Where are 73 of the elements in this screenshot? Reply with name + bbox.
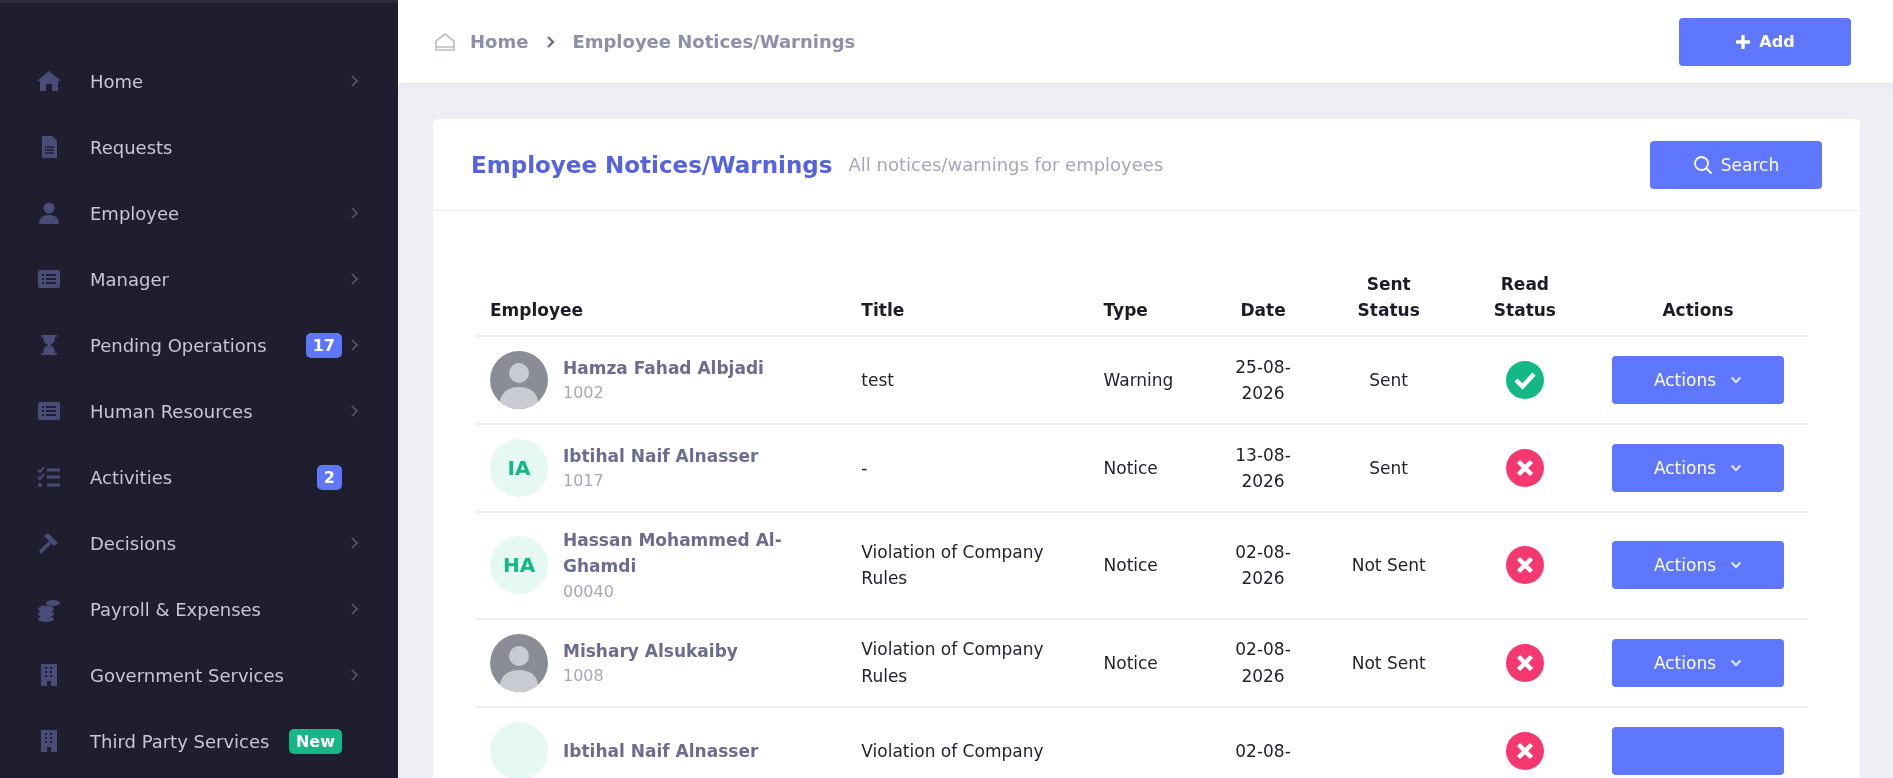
column-header: Employee bbox=[490, 298, 584, 322]
table-cell: Warning bbox=[1103, 369, 1174, 390]
initials-avatar: HA bbox=[490, 536, 548, 595]
employee-name[interactable]: Mishary Alsukaiby bbox=[563, 637, 738, 664]
column-header: Actions bbox=[1662, 298, 1734, 322]
search-button[interactable]: Search bbox=[1650, 140, 1822, 189]
sidebar-item[interactable]: Requests bbox=[0, 114, 398, 180]
column-header: Type bbox=[1103, 298, 1148, 322]
table-cell: Violation of Company Rules bbox=[861, 542, 1044, 589]
sidebar-item[interactable]: Third Party Services New bbox=[0, 708, 398, 774]
caret-icon bbox=[1730, 376, 1743, 384]
sidebar-item[interactable]: Home bbox=[0, 48, 398, 114]
table-cell: Not Sent bbox=[1351, 555, 1426, 576]
date-cell-text: 02-08-2026 bbox=[1234, 638, 1292, 688]
sidebar-item[interactable]: Employee bbox=[0, 180, 398, 246]
person-icon bbox=[36, 200, 62, 226]
new-badge: New bbox=[288, 728, 342, 754]
employee-name[interactable]: Ibtihal Naif Alnasser bbox=[563, 737, 759, 764]
column-header: Read Status bbox=[1492, 273, 1557, 322]
date-cell-text: 02-08-2026 bbox=[1234, 541, 1292, 591]
table-cell: Notice bbox=[1103, 652, 1158, 673]
date-cell-text: 13-08-2026 bbox=[1234, 443, 1292, 493]
sidebar-item[interactable]: Pending Operations 17 bbox=[0, 312, 398, 378]
actions-button[interactable]: Actions bbox=[1612, 356, 1784, 404]
search-icon bbox=[1692, 154, 1713, 175]
photo-placeholder bbox=[490, 633, 548, 692]
checklist-icon bbox=[36, 464, 62, 490]
plus-icon bbox=[1735, 33, 1752, 50]
caret-icon bbox=[1730, 658, 1743, 667]
sidebar-item[interactable]: Activities 2 bbox=[0, 444, 398, 510]
initials-avatar: IA bbox=[490, 439, 548, 497]
sidebar-item[interactable]: Payroll & Expenses bbox=[0, 576, 398, 642]
table-cell: Sent bbox=[1369, 457, 1409, 478]
sidebar-item[interactable]: Decisions bbox=[0, 510, 398, 576]
caret-icon bbox=[1730, 561, 1743, 570]
breadcrumb-link[interactable]: Home bbox=[470, 31, 529, 52]
sidebar-item[interactable]: Manager bbox=[0, 246, 398, 312]
card-title: Employee Notices/Warnings bbox=[471, 151, 833, 178]
count-badge: 2 bbox=[316, 464, 342, 490]
date-cell-text: 02-08- bbox=[1234, 739, 1292, 763]
house-icon bbox=[434, 31, 456, 52]
chevron-icon bbox=[546, 34, 557, 49]
employee-id: 1002 bbox=[563, 382, 605, 405]
employee-name[interactable]: Ibtihal Naif Alnasser bbox=[563, 442, 759, 470]
actions-button[interactable] bbox=[1612, 726, 1784, 775]
table-cell: Violation of Company bbox=[861, 740, 1044, 761]
actions-button[interactable]: Actions bbox=[1612, 638, 1784, 687]
count-badge: 17 bbox=[305, 332, 342, 358]
actions-button[interactable]: Actions bbox=[1612, 541, 1784, 590]
table-cell: test bbox=[861, 369, 894, 390]
column-header: Date bbox=[1240, 298, 1286, 322]
employee-id: 1008 bbox=[563, 664, 605, 687]
employee-id: 1017 bbox=[563, 470, 605, 493]
employee-id: 00040 bbox=[563, 580, 615, 603]
table-cell: Not Sent bbox=[1351, 652, 1426, 673]
table-cell: Sent bbox=[1369, 369, 1409, 390]
date-cell-text: 25-08-2026 bbox=[1234, 355, 1292, 405]
sidebar-item[interactable]: Government Services bbox=[0, 642, 398, 708]
photo-placeholder bbox=[490, 351, 548, 409]
sidebar-item[interactable]: Human Resources bbox=[0, 378, 398, 444]
actions-button[interactable]: Actions bbox=[1612, 444, 1784, 492]
table-cell: - bbox=[861, 457, 868, 478]
table-cell: Violation of Company Rules bbox=[861, 639, 1044, 686]
column-header: Title bbox=[861, 298, 905, 322]
table-cell: Notice bbox=[1103, 457, 1158, 478]
employee-name[interactable]: Hamza Fahad Albjadi bbox=[563, 354, 764, 382]
caret-icon bbox=[1730, 464, 1743, 472]
add-button[interactable]: Add bbox=[1679, 17, 1851, 66]
column-header: Sent Status bbox=[1356, 273, 1421, 322]
employee-name[interactable]: Hassan Mohammed Al-Ghamdi bbox=[563, 527, 808, 580]
card-subtitle: All notices/warnings for employees bbox=[848, 154, 1164, 175]
table-cell: Notice bbox=[1103, 555, 1158, 576]
house-icon bbox=[36, 68, 62, 94]
